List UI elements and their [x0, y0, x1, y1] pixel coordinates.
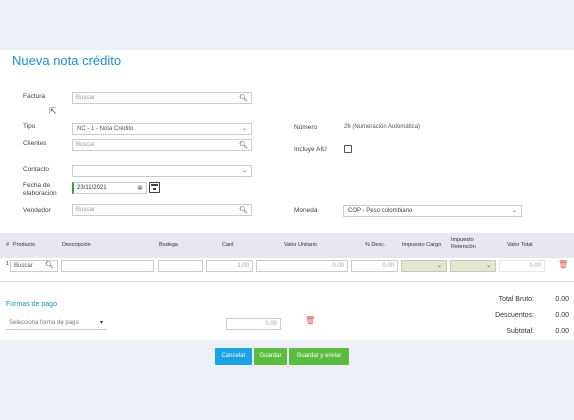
mouse-cursor-icon: ⇱ — [49, 106, 57, 116]
tipo-select[interactable]: NC - 1 - Nota Crédito ⌄ — [72, 123, 252, 135]
chevron-down-icon: ⌄ — [241, 168, 247, 174]
clear-circle-icon[interactable]: ⊗ — [137, 184, 143, 194]
delete-row-icon[interactable]: 🗑︎ — [558, 260, 568, 269]
save-button[interactable]: Guardar — [254, 348, 287, 365]
factura-label: Factura — [23, 93, 46, 100]
search-icon: 🔍︎ — [45, 262, 54, 269]
factura-search-input[interactable]: Buscar 🔍︎ — [72, 92, 252, 104]
col-desc: % Desc. — [365, 242, 386, 248]
descuentos-value: 0.00 — [555, 312, 569, 319]
moneda-label: Moneda — [294, 207, 318, 214]
total-bruto-value: 0.00 — [555, 296, 569, 303]
contacto-select[interactable]: ⌄ — [72, 165, 252, 177]
payment-amount-input[interactable]: 0.00 — [226, 318, 281, 330]
payment-method-select[interactable]: Selecciona forma de pago ▾ — [6, 318, 107, 330]
calendar-icon[interactable] — [149, 182, 160, 193]
impuesto-cargo-select[interactable]: ⌄ — [401, 260, 447, 272]
fecha-input[interactable]: 23/11/2021 ⊗ — [72, 182, 147, 194]
payment-section-title: Formas de pago — [6, 301, 57, 308]
col-bodega: Bodega — [159, 242, 178, 248]
subtotal-label: Subtotal: — [506, 328, 534, 335]
row-number: 1 — [6, 261, 10, 267]
total-bruto-label: Total Bruto: — [498, 296, 534, 303]
form-panel: Nueva nota crédito Factura Buscar 🔍︎ ⇱ T… — [0, 50, 574, 340]
divider — [0, 281, 574, 282]
vendedor-search-input[interactable]: Buscar 🔍︎ — [72, 204, 252, 216]
aiu-checkbox[interactable] — [344, 145, 352, 153]
descuentos-label: Descuentos: — [495, 312, 534, 319]
items-table-header: # Producto Descripción Bodega Cant Valor… — [0, 233, 574, 258]
col-valor-unitario: Valor Unitario — [284, 242, 317, 248]
chevron-down-icon: ⌄ — [241, 126, 247, 132]
numero-label: Número — [294, 124, 318, 131]
col-impuesto-retencion: Impuesto Retención — [451, 237, 476, 250]
cancel-button[interactable]: Cancelar — [215, 348, 252, 365]
vendedor-label: Vendedor — [23, 207, 51, 214]
desc-input[interactable]: 0.00 — [351, 260, 398, 272]
col-cant: Cant — [222, 242, 234, 248]
numero-value: 26 (Numeración Automática) — [344, 124, 421, 130]
descripcion-input[interactable] — [61, 260, 154, 272]
col-producto: Producto — [13, 242, 36, 248]
chevron-down-icon: ⌄ — [436, 263, 442, 269]
delete-payment-icon[interactable]: 🗑︎ — [305, 316, 315, 325]
search-icon: 🔍︎ — [239, 207, 248, 214]
col-impuesto-cargo: Impuesto Cargo — [402, 242, 442, 248]
page-title: Nueva nota crédito — [12, 53, 122, 68]
moneda-select[interactable]: COP - Peso colombiano ⌄ — [343, 205, 522, 217]
contacto-label: Contacto — [23, 166, 50, 173]
valor-unitario-input[interactable]: 0.00 — [256, 260, 348, 272]
producto-search-input[interactable]: Buscar 🔍︎ — [10, 260, 58, 272]
col-num: # — [6, 242, 10, 248]
col-descripcion: Descripción — [62, 242, 91, 248]
search-icon: 🔍︎ — [239, 95, 248, 102]
aiu-label: Incluye AIU — [294, 146, 327, 153]
subtotal-value: 0.00 — [555, 328, 569, 335]
search-icon: 🔍︎ — [239, 142, 248, 149]
fecha-label: Fecha de elaboración — [23, 182, 57, 197]
bodega-input[interactable] — [158, 260, 203, 272]
chevron-down-icon: ⌄ — [485, 263, 491, 269]
tipo-label: Tipo — [23, 123, 36, 130]
chevron-down-icon: ⌄ — [511, 208, 517, 214]
save-and-send-button[interactable]: Guardar y enviar — [289, 348, 349, 365]
impuesto-retencion-select[interactable]: ⌄ — [450, 260, 496, 272]
clientes-label: Clientes — [23, 140, 47, 147]
cant-input[interactable]: 1.00 — [206, 260, 253, 272]
valor-total-value: 0.00 — [499, 260, 545, 272]
clientes-search-input[interactable]: Buscar 🔍︎ — [72, 139, 252, 151]
caret-down-icon: ▾ — [99, 320, 103, 326]
col-valor-total: Valor Total — [507, 242, 533, 248]
